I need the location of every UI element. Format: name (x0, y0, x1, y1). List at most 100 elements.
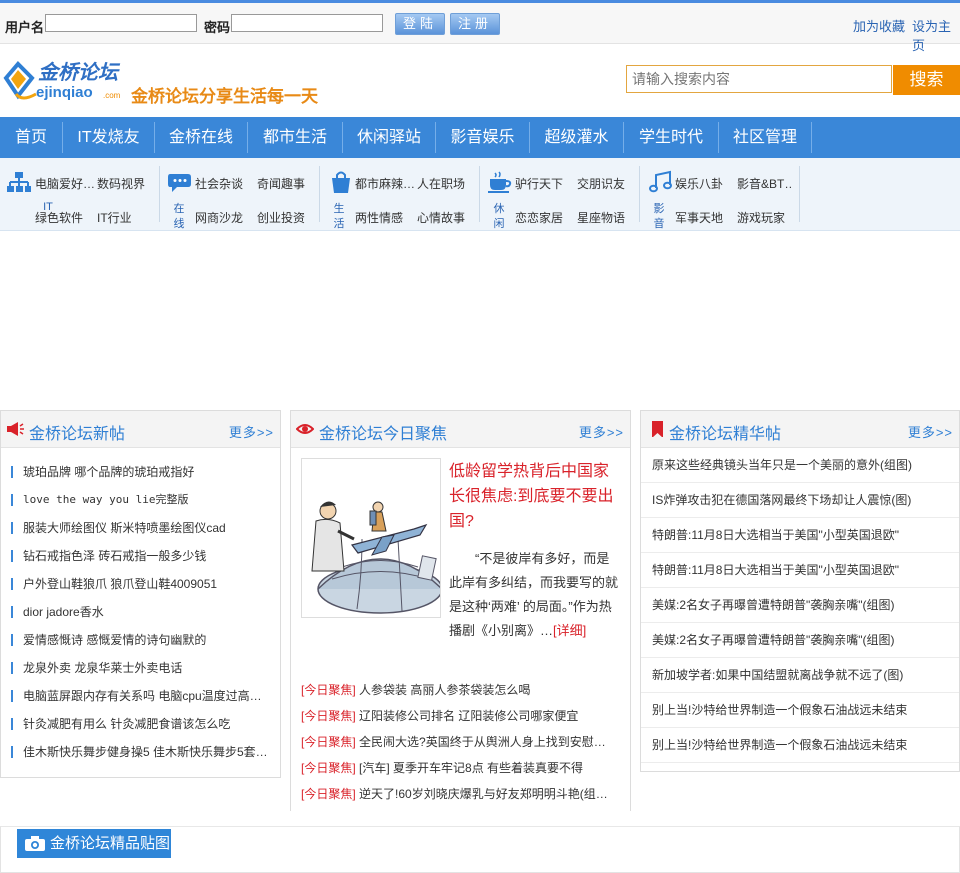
list-item[interactable]: [今日聚焦] [汽车] 夏季开车牢记8点 有些着装真要不得 (301, 755, 621, 781)
list-item[interactable]: [今日聚焦] 辽阳装修公司排名 辽阳装修公司哪家便宜 (301, 703, 621, 729)
site-slogan: 金桥论坛分享生活每一天 (131, 87, 318, 106)
subnav-link[interactable]: 驴行天下 (515, 175, 563, 192)
bookmark-link[interactable]: 加为收藏 (853, 16, 905, 35)
subnav-link[interactable]: 娱乐八卦 (675, 175, 723, 192)
login-bar: 用户名 密码 登陆 注册 加为收藏 设为主页 (0, 3, 960, 53)
list-item[interactable]: IS炸弹攻击犯在德国落网最终下场却让人震惊(图) (641, 483, 959, 518)
nav-item-city[interactable]: 都市生活 (248, 117, 342, 158)
focus-article-image[interactable] (301, 458, 443, 618)
list-item[interactable]: 户外登山鞋狼爪 狼爪登山鞋4009051 (11, 570, 273, 598)
subnav-group-media: 影音 娱乐八卦 影音&BT… 军事天地 游戏玩家 (640, 158, 800, 230)
subnav-link[interactable]: 网商沙龙 (195, 209, 243, 226)
panel-header: 金桥论坛精华帖 更多>> (641, 411, 959, 448)
more-link[interactable]: 更多>> (908, 422, 953, 441)
list-item[interactable]: [今日聚焦] 逆天了!60岁刘晓庆爆乳与好友郑明明斗艳(组… (301, 781, 621, 807)
more-link[interactable]: 更多>> (229, 422, 274, 441)
camera-icon (25, 836, 45, 851)
focus-tag: [今日聚焦] (301, 709, 356, 723)
subnav-link[interactable]: 心情故事 (417, 209, 465, 226)
focus-tag: [今日聚焦] (301, 761, 356, 775)
nav-item-student[interactable]: 学生时代 (624, 117, 718, 158)
nav-item-it[interactable]: IT发烧友 (63, 117, 154, 158)
nav-item-leisure[interactable]: 休闲驿站 (343, 117, 435, 158)
logo-tld: .com (103, 91, 121, 100)
best-posts-list: 原来这些经典镜头当年只是一个美丽的意外(组图) IS炸弹攻击犯在德国落网最终下场… (641, 448, 959, 763)
subnav-link[interactable]: 两性情感 (355, 209, 403, 226)
list-item[interactable]: 新加坡学者:如果中国结盟就离战争就不远了(图) (641, 658, 959, 693)
illustration-airplane-globe (311, 501, 443, 614)
focus-item-text: 人参袋装 高丽人参茶袋装怎么喝 (359, 683, 531, 697)
list-item[interactable]: 针灸减肥有用么 针灸减肥食谱该怎么吃 (11, 710, 273, 738)
password-input[interactable] (231, 14, 383, 32)
list-item[interactable]: 服装大师绘图仪 斯米特喷墨绘图仪cad (11, 514, 273, 542)
list-item[interactable]: [今日聚焦] 人参袋装 高丽人参茶袋装怎么喝 (301, 677, 621, 703)
subnav-link[interactable]: 社会杂谈 (195, 175, 243, 192)
list-item[interactable]: love the way you lie完整版 (11, 486, 273, 514)
list-item[interactable]: 爱情感慨诗 感慨爱情的诗句幽默的 (11, 626, 273, 654)
network-icon (7, 172, 31, 192)
focus-headline[interactable]: 低龄留学热背后中国家长很焦虑:到底要不要出国? (449, 459, 617, 534)
list-item[interactable]: 龙泉外卖 龙泉华莱士外卖电话 (11, 654, 273, 682)
list-item[interactable]: dior jadore香水 (11, 598, 273, 626)
subnav-link[interactable]: 交朋识友 (577, 175, 625, 192)
logo-text: 金桥论坛 (38, 60, 118, 84)
panel-header: 金桥论坛今日聚焦 更多>> (291, 411, 630, 448)
login-button[interactable]: 登陆 (395, 13, 445, 35)
subnav-divider (799, 166, 800, 222)
list-item[interactable]: 特朗普:11月8日大选相当于美国"小型英国退欧" (641, 553, 959, 588)
search-button[interactable]: 搜索 (893, 65, 960, 95)
panel-title: 金桥论坛精华帖 (669, 426, 782, 443)
list-item[interactable]: 特朗普:11月8日大选相当于美国"小型英国退欧" (641, 518, 959, 553)
panel-title: 金桥论坛今日聚焦 (319, 426, 448, 443)
list-item[interactable]: [今日聚焦] 全民闹大选?英国终于从舆洲人身上找到安慰… (301, 729, 621, 755)
subnav-link[interactable]: 星座物语 (577, 209, 625, 226)
pictures-title: 金桥论坛精品贴图 (50, 835, 171, 852)
focus-item-text: [汽车] 夏季开车牢记8点 有些着装真要不得 (359, 761, 584, 775)
subnav-link[interactable]: IT行业 (97, 209, 132, 226)
list-item[interactable]: 别上当!沙特给世界制造一个假象石油战远未结束 (641, 693, 959, 728)
subnav-link[interactable]: 绿色软件 (35, 209, 83, 226)
subnav-link[interactable]: 军事天地 (675, 209, 723, 226)
subnav-group-online: 在线 社会杂谈 奇闻趣事 网商沙龙 创业投资 (160, 158, 320, 230)
focus-list: [今日聚焦] 人参袋装 高丽人参茶袋装怎么喝 [今日聚焦] 辽阳装修公司排名 辽… (301, 677, 621, 807)
music-note-icon (649, 170, 672, 193)
subnav-link[interactable]: 数码视界 (97, 175, 145, 192)
subnav-link[interactable]: 游戏玩家 (737, 209, 785, 226)
more-link[interactable]: 更多>> (579, 422, 624, 441)
nav-divider (811, 122, 812, 153)
subnav-link[interactable]: 恋恋家居 (515, 209, 563, 226)
nav-item-admin[interactable]: 社区管理 (719, 117, 811, 158)
list-item[interactable]: 钻石戒指色泽 砖石戒指一般多少钱 (11, 542, 273, 570)
nav-item-home[interactable]: 首页 (0, 117, 62, 158)
list-item[interactable]: 琥珀品牌 哪个品牌的琥珀戒指好 (11, 458, 273, 486)
nav-item-online[interactable]: 金桥在线 (155, 117, 247, 158)
subnav-link[interactable]: 奇闻趣事 (257, 175, 305, 192)
focus-item-text: 全民闹大选?英国终于从舆洲人身上找到安慰… (359, 735, 606, 749)
subnav-group-leisure: 休闲 驴行天下 交朋识友 恋恋家居 星座物语 (480, 158, 640, 230)
list-item[interactable]: 美媒:2名女子再曝曾遭特朗普"袭胸亲嘴"(组图) (641, 623, 959, 658)
nav-item-water[interactable]: 超级灌水 (530, 117, 623, 158)
search-input[interactable] (626, 65, 892, 93)
subnav-link[interactable]: 人在职场 (417, 175, 465, 192)
subnav-category: 在线 (173, 203, 185, 230)
list-item[interactable]: 美媒:2名女子再曝曾遭特朗普"袭胸亲嘴"(组图) (641, 588, 959, 623)
register-button[interactable]: 注册 (450, 13, 500, 35)
list-item[interactable]: 电脑蓝屏跟内存有关系吗 电脑cpu温度过高… (11, 682, 273, 710)
list-item[interactable]: 别上当!沙特给世界制造一个假象石油战远未结束 (641, 728, 959, 763)
detail-link[interactable]: [详细] (553, 623, 586, 638)
subnav-link[interactable]: 创业投资 (257, 209, 305, 226)
site-logo[interactable]: 金桥论坛 ejinqiao .com (2, 56, 126, 106)
set-homepage-link[interactable]: 设为主页 (912, 16, 960, 54)
subnav-group-it: IT 电脑爱好… 数码视界 绿色软件 IT行业 (0, 158, 160, 230)
list-item[interactable]: 佳木斯快乐舞步健身操5 佳木斯快乐舞步5套… (11, 738, 273, 766)
focus-tag: [今日聚焦] (301, 683, 356, 697)
shopping-bag-icon (332, 171, 350, 193)
panel-title: 金桥论坛新帖 (29, 426, 126, 443)
username-input[interactable] (45, 14, 197, 32)
list-item[interactable]: 原来这些经典镜头当年只是一个美丽的意外(组图) (641, 448, 959, 483)
nav-item-media[interactable]: 影音娱乐 (436, 117, 529, 158)
subnav-link[interactable]: 影音&BT… (737, 175, 793, 192)
chat-bubble-icon (168, 174, 191, 192)
subnav-link[interactable]: 电脑爱好… (35, 175, 97, 192)
subnav-link[interactable]: 都市麻辣… (355, 175, 417, 192)
